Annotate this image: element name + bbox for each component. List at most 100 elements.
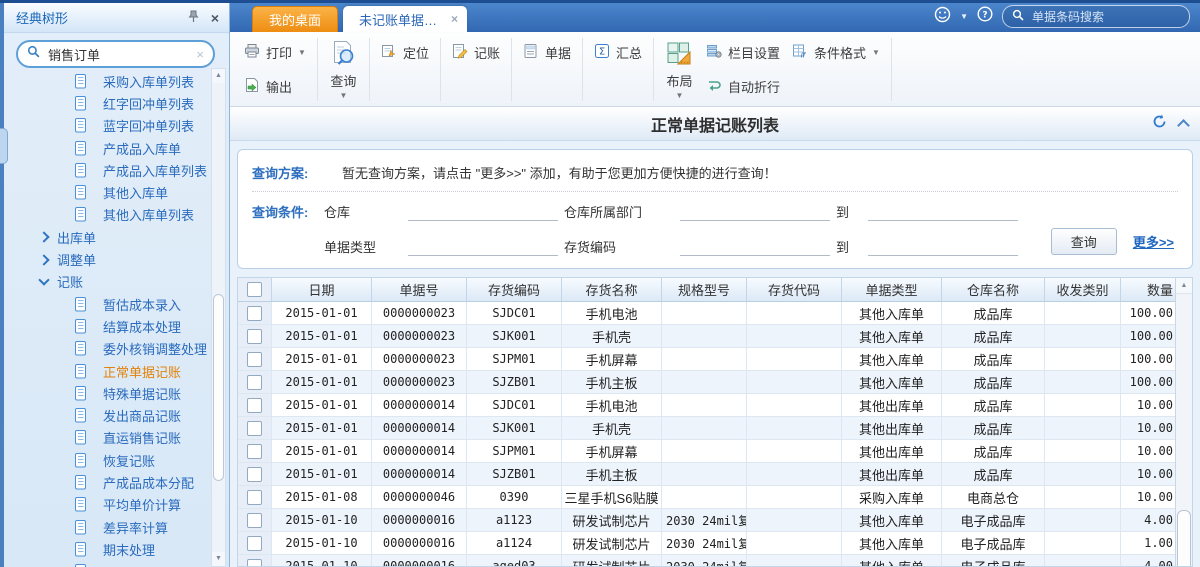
column-header[interactable]: 存货编码 bbox=[467, 278, 562, 301]
barcode-search-box[interactable] bbox=[1002, 5, 1190, 28]
to-input-2[interactable] bbox=[868, 238, 1018, 256]
sidebar-item[interactable]: 调整单 bbox=[4, 248, 209, 270]
row-checkbox[interactable] bbox=[247, 421, 262, 436]
table-row[interactable]: 2015-01-010000000014SJZB01手机主板其他出库单成品库10… bbox=[238, 463, 1175, 486]
scroll-down-icon[interactable]: ▼ bbox=[212, 552, 225, 566]
sidebar-item[interactable]: 直运销售记账 bbox=[4, 427, 209, 449]
row-checkbox[interactable] bbox=[247, 352, 262, 367]
sidebar-item[interactable]: 正常单据记账 bbox=[4, 360, 209, 382]
bookkeeping-button[interactable]: 记账 bbox=[446, 40, 506, 65]
sidebar-item[interactable]: 产成品成本分配 bbox=[4, 471, 209, 493]
row-checkbox[interactable] bbox=[247, 375, 262, 390]
table-row[interactable]: 2015-01-010000000023SJPM01手机屏幕其他入库单成品库10… bbox=[238, 348, 1175, 371]
table-row[interactable]: 2015-01-010000000023SJK001手机壳其他入库单成品库100… bbox=[238, 325, 1175, 348]
chevron-down-icon[interactable]: ▼ bbox=[960, 12, 968, 21]
more-link[interactable]: 更多>> bbox=[1133, 232, 1174, 251]
refresh-icon[interactable] bbox=[1152, 114, 1167, 134]
sidebar-item[interactable] bbox=[4, 561, 209, 567]
table-row[interactable]: 2015-01-100000000016a1123研发试制芯片2030 24mi… bbox=[238, 509, 1175, 532]
table-row[interactable]: 2015-01-010000000023SJDC01手机电池其他入库单成品库10… bbox=[238, 302, 1175, 325]
table-row[interactable]: 2015-01-0800000000460390三星手机S6贴膜采购入库单电商总… bbox=[238, 486, 1175, 509]
smiley-icon[interactable] bbox=[934, 6, 951, 28]
sidebar-search-input[interactable] bbox=[46, 46, 196, 63]
row-checkbox[interactable] bbox=[247, 559, 262, 567]
sidebar-item[interactable]: 蓝字回冲单列表 bbox=[4, 115, 209, 137]
table-row[interactable]: 2015-01-010000000014SJK001手机壳其他出库单成品库10.… bbox=[238, 417, 1175, 440]
sidebar-item[interactable]: 发出商品记账 bbox=[4, 404, 209, 426]
column-header[interactable]: 规格型号 bbox=[662, 278, 747, 301]
column-header[interactable]: 日期 bbox=[272, 278, 372, 301]
column-header[interactable]: 收发类别 bbox=[1045, 278, 1121, 301]
tab-close-icon[interactable]: × bbox=[451, 12, 458, 26]
scroll-up-icon[interactable]: ▲ bbox=[212, 69, 225, 83]
tab-my-desktop[interactable]: 我的桌面 bbox=[252, 6, 338, 32]
to-input-1[interactable] bbox=[868, 203, 1018, 221]
chevron-right-icon[interactable] bbox=[38, 232, 49, 243]
column-header[interactable]: 存货代码 bbox=[747, 278, 842, 301]
row-checkbox[interactable] bbox=[247, 536, 262, 551]
table-row[interactable]: 2015-01-010000000023SJZB01手机主板其他入库单成品库10… bbox=[238, 371, 1175, 394]
column-header[interactable]: 存货名称 bbox=[562, 278, 662, 301]
sidebar-item[interactable]: 产成品入库单 bbox=[4, 137, 209, 159]
sidebar-item[interactable]: 红字回冲单列表 bbox=[4, 92, 209, 114]
query-button[interactable]: 查询 ▼ bbox=[323, 35, 364, 104]
document-button[interactable]: 单据 bbox=[517, 40, 577, 65]
scroll-up-icon[interactable]: ▲ bbox=[1176, 278, 1192, 294]
sidebar-item[interactable]: 期末处理 bbox=[4, 538, 209, 560]
sidebar-item[interactable]: 记账 bbox=[4, 271, 209, 293]
sidebar-item[interactable]: 平均单价计算 bbox=[4, 494, 209, 516]
clear-search-icon[interactable]: × bbox=[196, 47, 204, 62]
sidebar-item[interactable]: 其他入库单 bbox=[4, 181, 209, 203]
column-header[interactable]: 数量 bbox=[1121, 278, 1175, 301]
table-row[interactable]: 2015-01-100000000016a1124研发试制芯片2030 24mi… bbox=[238, 532, 1175, 555]
chevron-down-icon[interactable] bbox=[38, 275, 49, 286]
table-row[interactable]: 2015-01-010000000014SJPM01手机屏幕其他出库单成品库10… bbox=[238, 440, 1175, 463]
column-settings-button[interactable]: 栏目设置 bbox=[700, 40, 786, 65]
sidebar-collapse-handle[interactable] bbox=[0, 128, 8, 164]
query-submit-button[interactable]: 查询 bbox=[1051, 228, 1117, 255]
barcode-search-input[interactable] bbox=[1030, 9, 1180, 25]
row-checkbox[interactable] bbox=[247, 329, 262, 344]
output-button[interactable]: 输出 bbox=[238, 74, 312, 99]
sidebar-scrollbar-thumb[interactable] bbox=[213, 294, 224, 481]
chevron-right-icon[interactable] bbox=[38, 254, 49, 265]
warehouse-input[interactable] bbox=[408, 203, 558, 221]
doc-type-input[interactable] bbox=[408, 238, 558, 256]
collapse-panel-icon[interactable] bbox=[1177, 119, 1190, 132]
sidebar-search-box[interactable]: × bbox=[16, 40, 215, 68]
sidebar-item[interactable]: 出库单 bbox=[4, 226, 209, 248]
row-checkbox[interactable] bbox=[247, 306, 262, 321]
row-checkbox[interactable] bbox=[247, 467, 262, 482]
row-checkbox[interactable] bbox=[247, 513, 262, 528]
locate-button[interactable]: 定位 bbox=[375, 40, 435, 65]
autowrap-button[interactable]: 自动折行 bbox=[700, 74, 786, 99]
conditional-format-button[interactable]: If 条件格式 ▼ bbox=[786, 40, 886, 65]
row-checkbox[interactable] bbox=[247, 444, 262, 459]
column-header[interactable]: 仓库名称 bbox=[942, 278, 1045, 301]
print-button[interactable]: 打印 ▼ bbox=[238, 40, 312, 65]
sidebar-item[interactable]: 差异率计算 bbox=[4, 516, 209, 538]
tab-unbooked-documents[interactable]: 未记账单据… × bbox=[343, 6, 467, 32]
column-header[interactable]: 单据号 bbox=[372, 278, 467, 301]
row-checkbox[interactable] bbox=[247, 490, 262, 505]
summary-button[interactable]: Σ 汇总 bbox=[588, 40, 648, 65]
column-header[interactable]: 单据类型 bbox=[842, 278, 942, 301]
table-scrollbar-thumb[interactable] bbox=[1177, 510, 1191, 567]
sidebar-item[interactable]: 产成品入库单列表 bbox=[4, 159, 209, 181]
sidebar-item[interactable]: 暂估成本录入 bbox=[4, 293, 209, 315]
sidebar-item[interactable]: 其他入库单列表 bbox=[4, 204, 209, 226]
sidebar-item[interactable]: 特殊单据记账 bbox=[4, 382, 209, 404]
inventory-code-input[interactable] bbox=[680, 238, 830, 256]
sidebar-item[interactable]: 恢复记账 bbox=[4, 449, 209, 471]
sidebar-item[interactable]: 采购入库单列表 bbox=[4, 70, 209, 92]
row-checkbox[interactable] bbox=[247, 398, 262, 413]
layout-button[interactable]: 布局 ▼ bbox=[659, 35, 700, 104]
pin-icon[interactable] bbox=[188, 10, 199, 26]
table-row[interactable]: 2015-01-010000000014SJDC01手机电池其他出库单成品库10… bbox=[238, 394, 1175, 417]
close-icon[interactable]: × bbox=[211, 11, 219, 25]
select-all-checkbox[interactable] bbox=[247, 282, 262, 297]
help-icon[interactable]: ? bbox=[977, 6, 993, 27]
warehouse-dept-input[interactable] bbox=[680, 203, 830, 221]
sidebar-item[interactable]: 委外核销调整处理 bbox=[4, 338, 209, 360]
sidebar-item[interactable]: 结算成本处理 bbox=[4, 315, 209, 337]
